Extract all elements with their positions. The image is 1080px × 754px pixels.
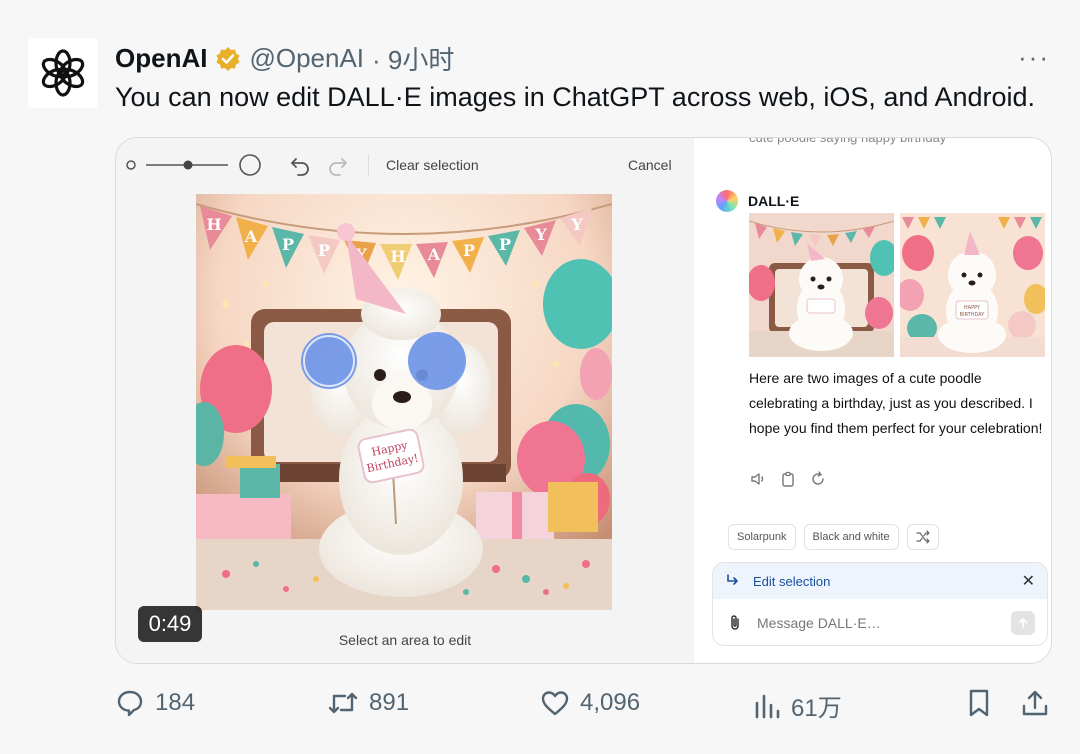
tweet-actions: 184 891 4,096 61万: [115, 688, 1055, 728]
reply-count: 184: [155, 689, 196, 716]
attach-icon[interactable]: [727, 614, 743, 632]
generated-image-2[interactable]: HAPPY BIRTHDAY: [900, 213, 1045, 357]
copy-icon[interactable]: [779, 470, 797, 488]
retweet-count: 891: [369, 689, 410, 716]
bar-chart-icon: [755, 694, 780, 718]
bookmark-icon: [969, 689, 989, 717]
banner-letter: H: [390, 247, 405, 266]
send-button[interactable]: [1011, 611, 1035, 635]
selection-mark: [408, 332, 466, 390]
close-edit-icon[interactable]: ✕: [1022, 571, 1035, 591]
retweet-button[interactable]: 891: [327, 688, 409, 718]
reply-icon: [117, 690, 143, 717]
arrow-up-icon: [1018, 618, 1028, 628]
video-media[interactable]: Clear selection Cancel H A P P H A P P Y…: [115, 137, 1052, 664]
thumb-sign-line: HAPPY: [964, 305, 981, 311]
generated-image-1[interactable]: [749, 213, 894, 357]
regenerate-icon[interactable]: [809, 470, 827, 488]
banner-letter: Y: [570, 215, 583, 234]
banner-letter: A: [427, 245, 441, 264]
views-button[interactable]: 61万: [753, 688, 842, 723]
share-button[interactable]: [1020, 688, 1050, 718]
style-chip-black-white[interactable]: Black and white: [803, 524, 899, 550]
verified-badge-icon: [216, 46, 240, 71]
openai-avatar[interactable]: [28, 38, 98, 108]
view-count: 61万: [791, 695, 842, 722]
edit-selection-label: Edit selection: [753, 573, 831, 589]
bookmark-button[interactable]: [965, 688, 993, 718]
edit-selection-bar: Edit selection ✕: [713, 563, 1047, 599]
poodle-party-illustration: H A P P Y H A P P Y Y: [196, 194, 612, 610]
reply-arrow-icon: [727, 574, 738, 585]
toolbar-divider: [368, 154, 369, 176]
share-icon: [1022, 690, 1048, 716]
undo-icon[interactable]: [289, 154, 311, 176]
banner-letter: P: [463, 241, 475, 260]
style-suggestions: Solarpunk Black and white: [728, 524, 939, 550]
select-area-hint: Select an area to edit: [338, 632, 472, 648]
generated-images: HAPPY BIRTHDAY: [749, 213, 1045, 357]
banner-letter: P: [318, 241, 330, 260]
shuffle-style-button[interactable]: [906, 524, 939, 550]
tweet-time[interactable]: · 9小时: [372, 40, 454, 77]
thumb-sign-line: BIRTHDAY: [960, 312, 986, 318]
like-count: 4,096: [580, 689, 641, 716]
cancel-button[interactable]: Cancel: [628, 157, 672, 173]
heart-icon: [541, 691, 569, 716]
author-handle[interactable]: @OpenAI: [249, 43, 364, 74]
editor-toolbar: Clear selection Cancel: [116, 138, 694, 192]
openai-logo-icon: [41, 49, 85, 97]
banner-letter: A: [244, 227, 258, 246]
tweet-header: OpenAI @OpenAI · 9小时: [115, 40, 454, 77]
chat-pane: cute poodle saying happy birthday DALL·E: [694, 137, 1051, 663]
style-chip-solarpunk[interactable]: Solarpunk: [728, 524, 796, 550]
banner-letter: H: [206, 215, 221, 234]
selection-mark: [301, 333, 357, 389]
banner-letter: P: [282, 235, 294, 254]
retweet-icon: [328, 692, 358, 714]
shuffle-icon: [915, 530, 930, 544]
clear-selection-button[interactable]: Clear selection: [386, 157, 479, 173]
editable-image[interactable]: H A P P Y H A P P Y Y: [196, 194, 612, 610]
message-composer: Edit selection ✕ Message DALL·E…: [712, 562, 1048, 646]
banner-letter: P: [499, 235, 511, 254]
author-name[interactable]: OpenAI: [115, 43, 207, 74]
user-prompt-cut: cute poodle saying happy birthday: [749, 137, 947, 145]
image-editor-pane: Clear selection Cancel H A P P H A P P Y…: [116, 138, 694, 663]
banner-letter: Y: [534, 225, 547, 244]
message-input[interactable]: Message DALL·E…: [757, 615, 881, 631]
assistant-header: DALL·E: [716, 190, 799, 212]
reply-button[interactable]: 184: [115, 688, 195, 718]
dalle-logo-icon: [716, 190, 738, 212]
redo-icon[interactable]: [327, 154, 349, 176]
like-button[interactable]: 4,096: [540, 688, 640, 718]
assistant-reply: Here are two images of a cute poodle cel…: [749, 370, 1043, 436]
assistant-name: DALL·E: [748, 193, 800, 209]
tweet-text: You can now edit DALL·E images in ChatGP…: [115, 82, 1036, 112]
message-input-row: Message DALL·E…: [713, 599, 1047, 645]
reply-actions: [749, 470, 827, 488]
brush-size-slider[interactable]: [126, 152, 262, 178]
more-options-icon[interactable]: ···: [1018, 42, 1050, 73]
read-aloud-icon[interactable]: [749, 470, 767, 488]
